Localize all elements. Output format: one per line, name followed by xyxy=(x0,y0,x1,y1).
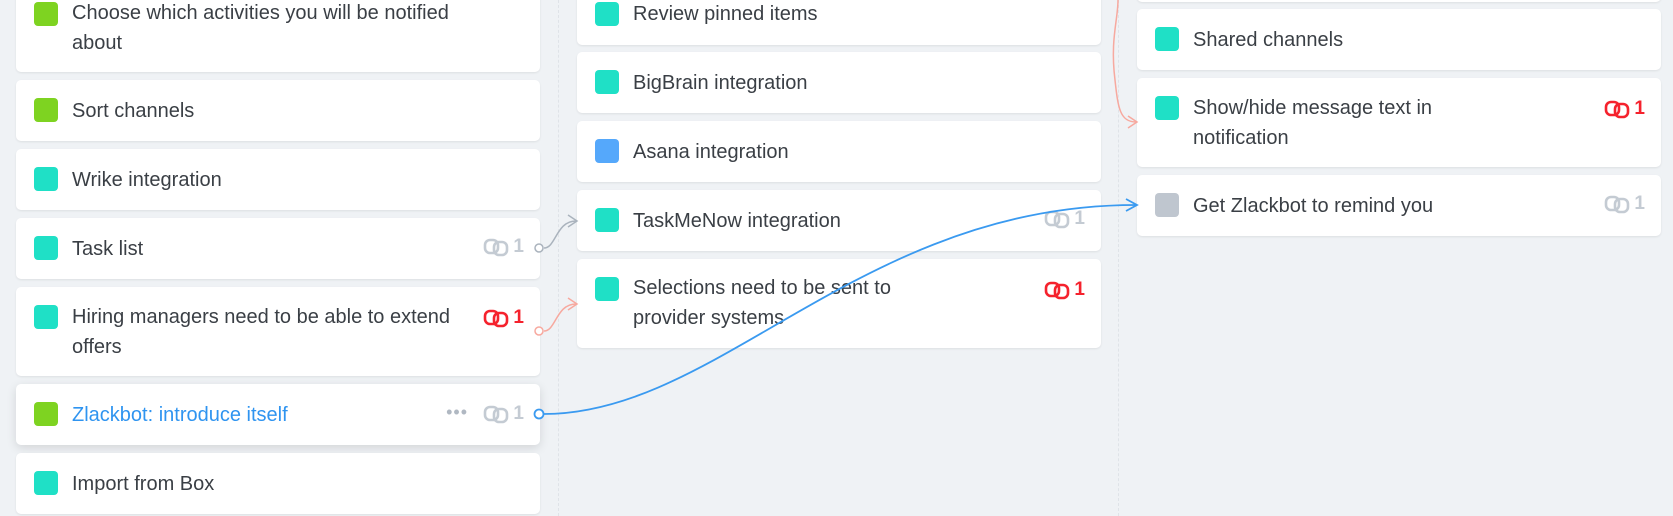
card[interactable]: Get Zlackbot to remind you 1 xyxy=(1137,175,1661,236)
status-swatch xyxy=(595,70,619,94)
card-title: Wrike integration xyxy=(72,169,222,191)
column-divider xyxy=(558,0,559,516)
card-title: Sort channels xyxy=(72,100,195,122)
status-swatch xyxy=(595,277,619,301)
link-count: 1 xyxy=(513,236,524,257)
status-swatch xyxy=(1155,193,1179,217)
status-swatch xyxy=(34,471,58,495)
status-swatch xyxy=(34,98,58,122)
card[interactable]: Choose which activities you will be noti… xyxy=(16,0,540,72)
link-icon xyxy=(1045,210,1070,229)
card-title: Get Zlackbot to remind you xyxy=(1193,195,1434,217)
card[interactable]: Shared channels xyxy=(1137,9,1661,70)
card-title[interactable]: Zlackbot: introduce itself xyxy=(72,400,288,430)
card[interactable]: Task list 1 xyxy=(16,218,540,279)
link-count: 1 xyxy=(513,307,524,328)
card-title: Shared channels xyxy=(1193,29,1344,51)
link-count: 1 xyxy=(1074,279,1085,300)
link-badge[interactable]: 1 xyxy=(483,234,524,260)
card[interactable]: Import from Box xyxy=(16,453,540,514)
card[interactable]: TaskMeNow integration 1 xyxy=(577,190,1101,251)
dependency-line-gray xyxy=(534,214,579,253)
card-title: Import from Box xyxy=(72,473,215,495)
status-swatch xyxy=(34,236,58,260)
status-swatch xyxy=(595,208,619,232)
status-swatch xyxy=(595,139,619,163)
card[interactable]: Selections need to be sent to provider s… xyxy=(577,259,1101,348)
column-divider xyxy=(1118,0,1119,516)
link-badge[interactable]: 1 xyxy=(483,401,524,427)
status-swatch xyxy=(595,2,619,26)
card-title: Choose which activities you will be noti… xyxy=(72,2,449,54)
link-icon xyxy=(484,309,509,328)
link-badge[interactable]: 1 xyxy=(1604,96,1645,122)
more-dots-icon[interactable]: ••• xyxy=(446,402,468,423)
link-icon xyxy=(484,405,509,424)
link-badge[interactable]: 1 xyxy=(1044,206,1085,232)
status-swatch xyxy=(34,167,58,191)
link-icon xyxy=(1605,195,1630,214)
card[interactable]: Show/hide message text in notification 1 xyxy=(1137,78,1661,167)
link-count: 1 xyxy=(1634,193,1645,214)
card[interactable]: Sort channels xyxy=(16,80,540,141)
card-title: Selections need to be sent to provider s… xyxy=(633,277,891,329)
card-title: TaskMeNow integration xyxy=(633,210,841,232)
link-icon xyxy=(484,238,509,257)
card-title: Hiring managers need to be able to exten… xyxy=(72,306,451,358)
link-badge[interactable]: 1 xyxy=(1044,277,1085,303)
link-count: 1 xyxy=(1074,208,1085,229)
card-partial[interactable] xyxy=(1137,0,1661,2)
status-swatch xyxy=(34,2,58,26)
card[interactable]: Asana integration xyxy=(577,121,1101,182)
card-title: BigBrain integration xyxy=(633,72,808,94)
link-badge[interactable]: 1 xyxy=(483,305,524,331)
status-swatch xyxy=(34,402,58,426)
status-swatch xyxy=(1155,27,1179,51)
card[interactable]: Review pinned items xyxy=(577,0,1101,45)
card-title: Show/hide message text in notification xyxy=(1193,97,1433,149)
link-icon xyxy=(1045,281,1070,300)
card[interactable]: BigBrain integration xyxy=(577,52,1101,113)
card[interactable]: Zlackbot: introduce itself ••• 1 xyxy=(16,384,540,445)
status-swatch xyxy=(1155,96,1179,120)
card-title: Asana integration xyxy=(633,141,789,163)
card-title: Task list xyxy=(72,238,144,260)
link-badge[interactable]: 1 xyxy=(1604,191,1645,217)
link-count: 1 xyxy=(513,403,524,424)
card[interactable]: Hiring managers need to be able to exten… xyxy=(16,287,540,376)
card-title: Review pinned items xyxy=(633,3,818,25)
card[interactable]: Wrike integration xyxy=(16,149,540,210)
link-icon xyxy=(1605,100,1630,119)
status-swatch xyxy=(34,305,58,329)
link-count: 1 xyxy=(1634,98,1645,119)
